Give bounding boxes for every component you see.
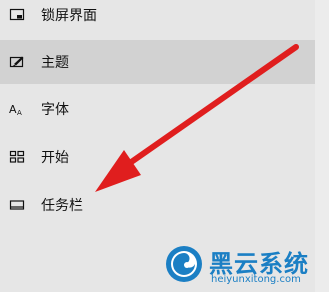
nav-item-label: 字体 [41,102,69,118]
nav-item-theme[interactable]: 主题 [0,40,315,84]
watermark-url: heiyunxitong.com [211,274,301,285]
theme-brush-icon [9,54,25,70]
start-tiles-icon [9,149,25,165]
lock-screen-icon [9,7,25,23]
taskbar-icon [9,197,25,213]
svg-text:A: A [17,109,22,117]
nav-item-label: 主题 [41,55,69,71]
nav-item-taskbar[interactable]: 任务栏 [0,183,315,227]
nav-item-lock-screen[interactable]: 锁屏界面 [0,0,315,37]
nav-item-label: 锁屏界面 [41,8,97,24]
font-icon: A A [9,101,25,117]
svg-text:A: A [9,103,17,116]
nav-item-label: 开始 [41,150,69,166]
watermark: 黑云系统 heiyunxitong.com [165,244,329,292]
heiyun-logo-icon [166,246,202,282]
nav-item-label: 任务栏 [41,198,83,214]
nav-item-start[interactable]: 开始 [0,135,315,179]
nav-item-fonts[interactable]: A A 字体 [0,87,315,131]
